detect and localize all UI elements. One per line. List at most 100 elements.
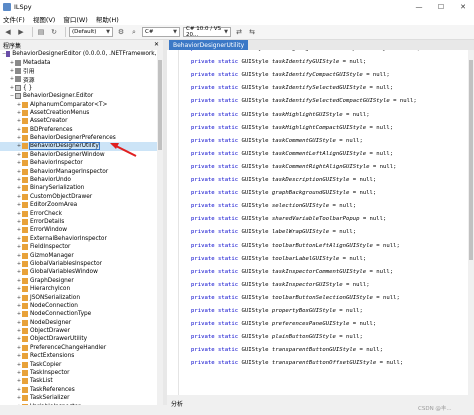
tree-item[interactable]: + BehaviorInspector (0, 159, 162, 167)
keyword-private: private (191, 111, 215, 118)
tree-item-label: AssetCreationMenus (30, 109, 90, 116)
keyword-static: static (217, 321, 239, 328)
class-icon (22, 311, 28, 318)
type-name: GUIStyle (241, 59, 269, 66)
keyword-static: static (217, 190, 239, 197)
tree-item[interactable]: + GraphDesigner (0, 277, 162, 285)
keyword-private: private (191, 72, 215, 79)
tree-item[interactable]: + CustomObjectDrawer (0, 193, 162, 201)
version-select[interactable]: C# 10.0 / VS 20... ▼ (183, 26, 231, 38)
field-name: labelWrapGUIStyle (271, 229, 330, 236)
tree-item[interactable]: + GizmoManager (0, 251, 162, 259)
assignment: = null; (352, 190, 377, 197)
tree-item-label: ErrorWindow (30, 227, 67, 234)
tree-item[interactable]: + AlphanumComparator<T> (0, 100, 162, 108)
language-select[interactable]: C# ▼ (142, 27, 180, 37)
close-icon[interactable]: ✕ (452, 0, 474, 13)
tree-item[interactable]: + BehaviorDesignerUtility (0, 142, 162, 151)
search-icon[interactable]: ⌕ (129, 27, 139, 37)
keyword-private: private (191, 137, 215, 144)
tree-item[interactable]: + GlobalVariablesWindow (0, 268, 162, 276)
keyword-static: static (217, 59, 239, 66)
tree-item[interactable]: + RectExtensions (0, 352, 162, 360)
close-icon[interactable]: ✕ (154, 41, 159, 48)
filter-select[interactable]: (Default) ▼ (69, 27, 113, 37)
tree-item[interactable]: + GlobalVariablesInspector (0, 260, 162, 268)
code-line: private static GUIStyle toolbarLabelGUIS… (191, 256, 366, 264)
menu-file[interactable]: 文件(F) (3, 14, 25, 24)
tree-item[interactable]: + PreferenceChangeHandler (0, 344, 162, 352)
keyword-static: static (217, 111, 239, 118)
tree-item[interactable]: + NodeConnection (0, 302, 162, 310)
keyword-private: private (191, 360, 215, 367)
tree-item[interactable]: +{ } (0, 84, 162, 92)
tree-item[interactable]: + NodeDesigner (0, 319, 162, 327)
menu-view[interactable]: 视图(V) (33, 14, 56, 24)
editor-scrollbar[interactable] (468, 50, 474, 395)
toggle-icon[interactable]: ⇄ (234, 27, 244, 37)
tree-scroll-thumb[interactable] (158, 60, 162, 150)
tree-item[interactable]: + ExternalBehaviorInspector (0, 235, 162, 243)
tree-item[interactable]: + BehaviorDesignerWindow (0, 151, 162, 159)
class-icon (22, 286, 28, 293)
tree-item-label: CustomObjectDrawer (30, 193, 93, 200)
menu-window[interactable]: 窗口(W) (63, 14, 88, 24)
back-icon[interactable]: ◀ (3, 27, 13, 37)
tree-item[interactable]: + 资源 (0, 75, 162, 84)
forward-icon[interactable]: ▶ (16, 27, 26, 37)
tree-item[interactable]: + TaskCopier (0, 360, 162, 368)
minimize-icon[interactable]: — (408, 0, 430, 13)
type-name: GUIStyle (241, 242, 269, 249)
nav-icon[interactable]: ⇆ (247, 27, 257, 37)
tree-item[interactable]: + ErrorWindow (0, 226, 162, 234)
tree-item-label: FieldInspector (30, 244, 71, 251)
tree-item[interactable]: + BehaviorDesignerPreferences (0, 134, 162, 142)
watermark: CSDN @丰... (418, 406, 452, 412)
tree-item[interactable]: + ObjectDrawer (0, 327, 162, 335)
tree-item-label: BehaviorUndo (30, 177, 71, 184)
tree-item[interactable]: + ErrorDetails (0, 218, 162, 226)
assignment: = null; (352, 321, 377, 328)
tree-item[interactable]: +VariableInspector (0, 402, 162, 405)
class-icon (22, 328, 28, 335)
tree-item[interactable]: + HierarchyIcon (0, 285, 162, 293)
tree-item[interactable]: + BehaviorUndo (0, 176, 162, 184)
tree-item[interactable]: + TaskSerializer (0, 394, 162, 402)
code-editor[interactable]: private static GUIStyle taskHighlightSel… (167, 50, 468, 395)
class-icon (22, 118, 28, 125)
tree-item-label: ObjectDrawerUtility (30, 336, 88, 343)
tree-item[interactable]: + BinarySerialization (0, 184, 162, 192)
tree-item[interactable]: + ObjectDrawerUtility (0, 335, 162, 343)
tree-item[interactable]: + FieldInspector (0, 243, 162, 251)
tree-item[interactable]: + AssetCreationMenus (0, 109, 162, 117)
version-select-value: C# 10.0 / VS 20... (186, 26, 222, 38)
tree-item[interactable]: + TaskReferences (0, 386, 162, 394)
code-line: private static GUIStyle taskDescriptionG… (191, 177, 376, 185)
namespace-icon (15, 84, 21, 91)
menu-help[interactable]: 帮助(H) (96, 14, 119, 24)
tree-item[interactable]: − BehaviorDesigner.Editor (0, 92, 162, 100)
tree-item[interactable]: + BDPreferences (0, 126, 162, 134)
code-line: private static GUIStyle taskCommentLeftA… (191, 151, 393, 159)
settings-icon[interactable]: ⚙ (116, 27, 126, 37)
editor-scroll-thumb[interactable] (469, 60, 473, 260)
tree-item[interactable]: + JSONSerialization (0, 293, 162, 301)
tree-item[interactable]: + TaskInspector (0, 369, 162, 377)
tree-item[interactable]: + ErrorCheck (0, 209, 162, 217)
class-icon (22, 143, 28, 150)
tree-item[interactable]: + AssetCreator (0, 117, 162, 125)
tree-item[interactable]: + BehaviorManagerInspector (0, 167, 162, 175)
tree-item[interactable]: − BehaviorDesignerEditor (0.0.0.0, .NETFr… (0, 50, 162, 58)
tab-behaviordesignerutility[interactable]: BehaviorDesignerUtility (169, 40, 249, 50)
assignment: = null; (362, 216, 387, 223)
type-name: GUIStyle (241, 98, 269, 105)
open-icon[interactable]: ▤ (36, 27, 46, 37)
assignment: = null; (342, 59, 367, 66)
tree-item[interactable]: + NodeConnectionType (0, 310, 162, 318)
tree-item[interactable]: + EditorZoomArea (0, 201, 162, 209)
tree-item[interactable]: + TaskList (0, 377, 162, 385)
maximize-icon[interactable]: ☐ (430, 0, 452, 13)
refresh-icon[interactable]: ↻ (49, 27, 59, 37)
code-line: private static GUIStyle taskHighlightGUI… (191, 112, 370, 120)
tree-item-label: GlobalVariablesInspector (30, 260, 103, 267)
